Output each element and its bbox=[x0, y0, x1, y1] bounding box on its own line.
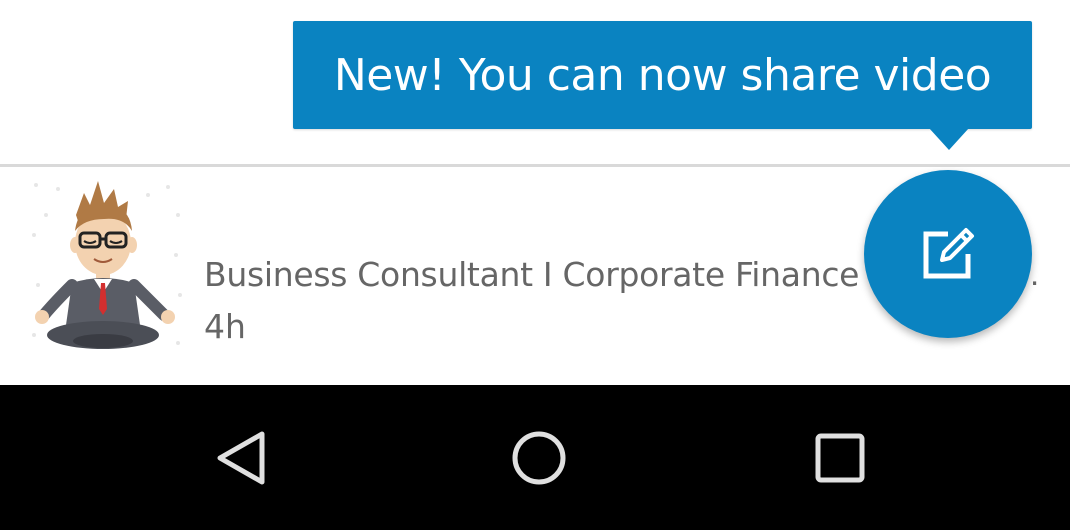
home-circle-icon bbox=[512, 431, 566, 485]
back-triangle-icon bbox=[217, 431, 265, 485]
compose-post-button[interactable] bbox=[864, 170, 1032, 338]
screen: New! You can now share video Business Co… bbox=[0, 0, 1070, 530]
avatar-illustration bbox=[32, 181, 182, 349]
system-navigation-bar bbox=[0, 385, 1070, 530]
tooltip-pointer bbox=[929, 128, 969, 150]
meditating-businessman-avatar[interactable] bbox=[28, 175, 186, 351]
back-button[interactable] bbox=[205, 423, 275, 493]
recents-button[interactable] bbox=[805, 423, 875, 493]
tooltip-text: New! You can now share video bbox=[333, 49, 992, 101]
author-headline: Business Consultant I Corporate Finance bbox=[204, 255, 860, 294]
new-feature-tooltip[interactable]: New! You can now share video bbox=[293, 21, 1032, 129]
compose-icon bbox=[923, 228, 974, 279]
home-button[interactable] bbox=[504, 423, 574, 493]
post-timestamp: 4h bbox=[204, 307, 246, 346]
recents-square-icon bbox=[815, 433, 865, 483]
